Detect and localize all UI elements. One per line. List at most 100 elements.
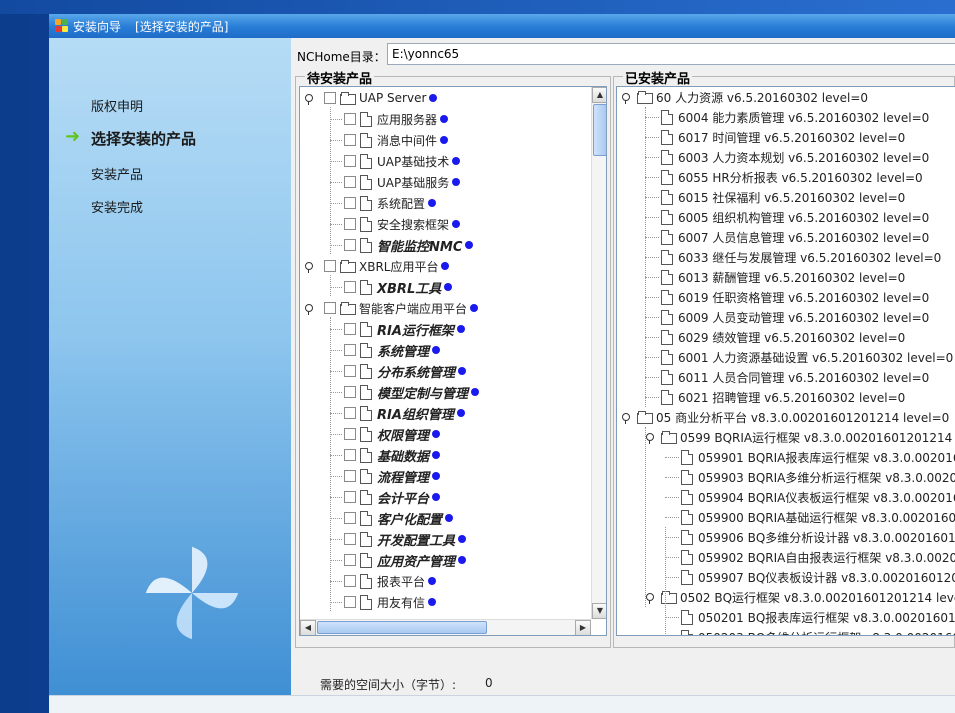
product-checkbox[interactable] [344,554,356,566]
tree-expand-handle-icon[interactable] [622,93,631,104]
installed-tree-item[interactable]: 60 人力资源 v6.5.20160302 level=0 [637,87,868,107]
installed-tree-item[interactable]: 05 商业分析平台 v8.3.0.00201601201214 level=0 [637,407,949,427]
tree-expand-handle-icon[interactable] [305,94,314,105]
installed-tree-item[interactable]: 059902 BQRIA自由报表运行框架 v8.3.0.00201601 [681,547,955,567]
product-checkbox[interactable] [344,323,356,335]
installed-tree-item[interactable]: 050203 BQ多维分析运行框架 v8.3.0.002016012 [681,627,955,635]
tree-expand-handle-icon[interactable] [646,593,655,604]
product-checkbox[interactable] [344,533,356,545]
pending-tree-item[interactable]: 应用资产管理 [344,550,467,570]
pending-tree-item[interactable]: 系统管理 [344,340,441,360]
pending-products-tree[interactable]: UAP Server 应用服务器 消息中间件 UAP基础技术 UAP基础服务 系统配置 安全… [299,86,607,636]
installed-tree-item[interactable]: 0502 BQ运行框架 v8.3.0.00201601201214 level=… [661,587,955,607]
product-checkbox[interactable] [344,113,356,125]
scroll-thumb[interactable] [317,621,487,634]
pending-tree-item[interactable]: XBRL应用平台 [324,256,450,276]
tree-expand-handle-icon[interactable] [305,304,314,315]
pending-tree-item[interactable]: RIA组织管理 [344,403,465,423]
product-checkbox[interactable] [344,512,356,524]
pending-tree-item[interactable]: 基础数据 [344,445,441,465]
product-checkbox[interactable] [344,344,356,356]
pending-tree-item[interactable]: XBRL工具 [344,277,453,297]
pending-tree-item[interactable]: UAP基础技术 [344,151,461,171]
product-checkbox[interactable] [344,596,356,608]
pending-tree-item[interactable]: 消息中间件 [344,130,449,150]
installed-tree-item[interactable]: 6019 任职资格管理 v6.5.20160302 level=0 [661,287,929,307]
pending-tree-item[interactable]: 权限管理 [344,424,441,444]
document-icon [360,342,372,358]
product-checkbox[interactable] [344,197,356,209]
installed-tree-item[interactable]: 6004 能力素质管理 v6.5.20160302 level=0 [661,107,929,127]
product-checkbox[interactable] [344,386,356,398]
scroll-down-arrow-icon[interactable]: ▼ [592,603,606,619]
product-checkbox[interactable] [344,134,356,146]
product-checkbox[interactable] [324,302,336,314]
product-checkbox[interactable] [344,407,356,419]
installed-tree-item[interactable]: 6007 人员信息管理 v6.5.20160302 level=0 [661,227,929,247]
installed-tree-item[interactable]: 6033 继任与发展管理 v6.5.20160302 level=0 [661,247,941,267]
pending-tree-item[interactable]: RIA运行框架 [344,319,465,339]
product-checkbox[interactable] [344,176,356,188]
installed-tree-item[interactable]: 059900 BQRIA基础运行框架 v8.3.0.0020160120 [681,507,955,527]
pending-tree-item[interactable]: 开发配置工具 [344,529,467,549]
product-checkbox[interactable] [344,428,356,440]
product-checkbox[interactable] [344,281,356,293]
pending-tree-item[interactable]: 客户化配置 [344,508,454,528]
pending-tree-item[interactable]: 分布系统管理 [344,361,467,381]
product-checkbox[interactable] [344,365,356,377]
product-checkbox[interactable] [344,491,356,503]
scroll-thumb[interactable] [593,104,606,156]
installed-products-title: 已安装产品 [623,68,693,87]
installed-tree-item[interactable]: 6017 时间管理 v6.5.20160302 level=0 [661,127,905,147]
product-checkbox[interactable] [344,575,356,587]
tree-expand-handle-icon[interactable] [305,262,314,273]
installed-tree-item[interactable]: 059901 BQRIA报表库运行框架 v8.3.0.0020160120 [681,447,955,467]
installed-tree-item[interactable]: 6029 绩效管理 v6.5.20160302 level=0 [661,327,905,347]
tree-expand-handle-icon[interactable] [622,413,631,424]
scroll-right-arrow-icon[interactable]: ▶ [575,620,591,635]
installed-tree-item[interactable]: 6013 薪酬管理 v6.5.20160302 level=0 [661,267,905,287]
pending-tree-item[interactable]: 流程管理 [344,466,441,486]
installed-tree-item[interactable]: 6009 人员变动管理 v6.5.20160302 level=0 [661,307,929,327]
pending-tree-item[interactable]: UAP Server [324,88,438,108]
tree-expand-handle-icon[interactable] [646,433,655,444]
pending-tree-item[interactable]: 安全搜索框架 [344,214,461,234]
scroll-up-arrow-icon[interactable]: ▲ [592,87,606,103]
installed-tree-item[interactable]: 059907 BQ仪表板设计器 v8.3.0.002016012012 [681,567,955,587]
installed-tree-item[interactable]: 059903 BQRIA多维分析运行框架 v8.3.0.00201601201 [681,467,955,487]
pending-tree-item[interactable]: 智能监控NMC [344,235,474,255]
pending-tree-item[interactable]: 智能客户端应用平台 [324,298,479,318]
pending-tree-item[interactable]: 报表平台 [344,571,437,591]
installed-tree-item[interactable]: 059906 BQ多维分析设计器 v8.3.0.002016012012 [681,527,955,547]
product-checkbox[interactable] [344,239,356,251]
product-checkbox[interactable] [324,92,336,104]
installed-product-label: 6007 人员信息管理 v6.5.20160302 level=0 [678,230,930,245]
pending-vertical-scrollbar[interactable]: ▲ ▼ [591,87,606,619]
pending-tree-item[interactable]: 应用服务器 [344,109,449,129]
pending-tree-item[interactable]: 系统配置 [344,193,437,213]
scroll-left-arrow-icon[interactable]: ◀ [300,620,316,635]
installed-tree-item[interactable]: 6003 人力资本规划 v6.5.20160302 level=0 [661,147,929,167]
product-checkbox[interactable] [344,449,356,461]
product-checkbox[interactable] [344,470,356,482]
installed-tree-item[interactable]: 6001 人力资源基础设置 v6.5.20160302 level=0 [661,347,953,367]
installed-tree-item[interactable]: 6055 HR分析报表 v6.5.20160302 level=0 [661,167,923,187]
pending-horizontal-scrollbar[interactable]: ◀ ▶ [300,619,591,635]
pending-tree-item[interactable]: UAP基础服务 [344,172,461,192]
document-icon [360,216,372,232]
pending-tree-item[interactable]: 会计平台 [344,487,441,507]
product-checkbox[interactable] [344,155,356,167]
installed-tree-item[interactable]: 6021 招聘管理 v6.5.20160302 level=0 [661,387,905,407]
product-checkbox[interactable] [324,260,336,272]
product-checkbox[interactable] [344,218,356,230]
installed-tree-item[interactable]: 059904 BQRIA仪表板运行框架 v8.3.0.0020160120 [681,487,955,507]
installed-tree-item[interactable]: 6005 组织机构管理 v6.5.20160302 level=0 [661,207,929,227]
installed-products-tree[interactable]: 60 人力资源 v6.5.20160302 level=0 6004 能力素质管理… [616,86,955,636]
pending-tree-item[interactable]: 用友有信 [344,592,437,612]
installed-tree-item[interactable]: 6015 社保福利 v6.5.20160302 level=0 [661,187,905,207]
installed-tree-item[interactable]: 6011 人员合同管理 v6.5.20160302 level=0 [661,367,929,387]
installed-tree-item[interactable]: 0599 BQRIA运行框架 v8.3.0.00201601201214 lev… [661,427,955,447]
nchome-path-input[interactable]: E:\yonnc65 [387,43,955,65]
installed-tree-item[interactable]: 050201 BQ报表库运行框架 v8.3.0.00201601201 [681,607,955,627]
pending-tree-item[interactable]: 模型定制与管理 [344,382,480,402]
